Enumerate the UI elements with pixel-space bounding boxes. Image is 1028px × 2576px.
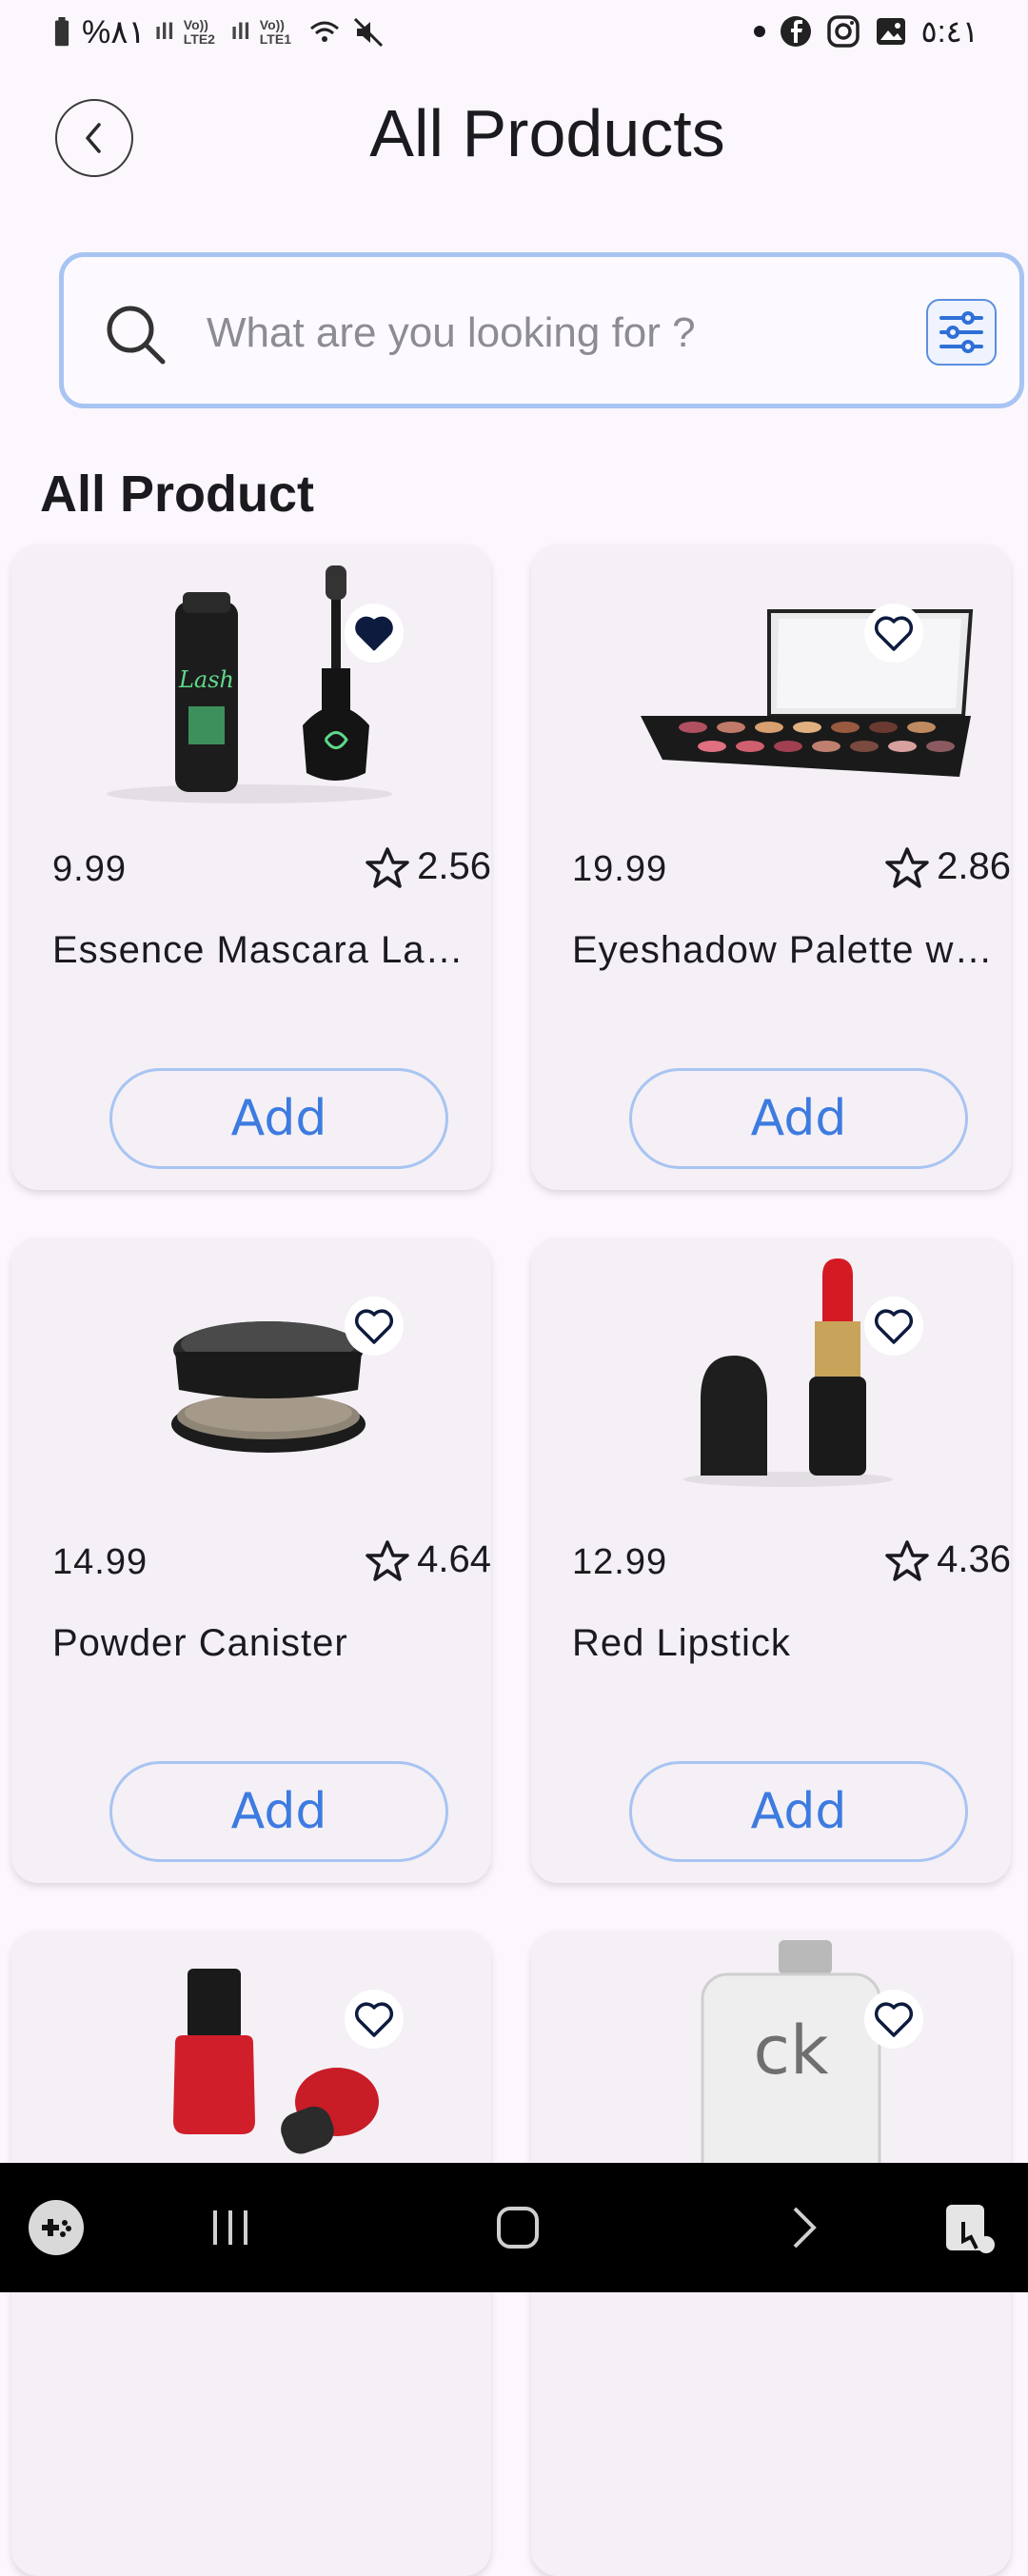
product-rating: 2.56 — [366, 845, 491, 888]
product-price: 12.99 — [572, 1542, 668, 1582]
star-icon — [366, 846, 409, 888]
rating-value: 4.36 — [937, 1538, 1011, 1580]
search-input[interactable] — [205, 299, 913, 367]
heart-icon — [354, 1309, 394, 1344]
battery-percent: %٨١ — [82, 14, 146, 50]
favorite-button[interactable] — [345, 1297, 404, 1356]
wifi-icon — [309, 21, 339, 42]
mute-icon — [353, 17, 383, 48]
system-nav-bar — [0, 2163, 1028, 2292]
product-name: Powder Canister — [52, 1622, 348, 1664]
section-title: All Product — [40, 466, 315, 523]
product-card[interactable]: Lash 9.99 2.56 Essence Mascara Lash Prin… — [11, 545, 491, 1190]
signal-sim1: ıll — [154, 19, 174, 45]
product-price: 9.99 — [52, 849, 127, 889]
svg-text:ck: ck — [753, 2011, 828, 2090]
status-left: %٨١ ıll Vo)) LTE2 ıll Vo)) LTE1 — [51, 13, 386, 51]
accessibility-button[interactable] — [939, 2191, 1001, 2264]
battery-icon — [54, 17, 69, 47]
home-button[interactable] — [484, 2191, 552, 2264]
gamepad-icon — [29, 2200, 84, 2255]
product-price: 14.99 — [52, 1542, 148, 1582]
filter-button[interactable] — [926, 299, 997, 366]
back-nav-button[interactable] — [775, 2191, 832, 2264]
add-button[interactable]: Add — [629, 1761, 968, 1862]
clock: ٥:٤١ — [920, 14, 979, 49]
page-title: All Products — [369, 96, 725, 170]
product-name: Eyeshadow Palette with Mirror — [572, 929, 1000, 971]
facebook-icon — [780, 16, 811, 47]
product-image — [531, 545, 1011, 821]
instagram-icon — [826, 15, 860, 48]
heart-icon — [874, 2002, 914, 2037]
notification-dot-icon — [753, 26, 765, 37]
product-image — [531, 1238, 1011, 1514]
search-bar[interactable] — [59, 252, 1024, 408]
rating-value: 4.64 — [417, 1538, 491, 1580]
status-right: ٥:٤١ — [753, 13, 979, 50]
product-name: Red Lipstick — [572, 1622, 791, 1664]
product-image — [11, 1238, 491, 1514]
rating-value: 2.86 — [937, 845, 1011, 887]
sliders-icon — [939, 311, 983, 353]
product-price: 19.99 — [572, 849, 668, 889]
favorite-button[interactable] — [864, 604, 923, 663]
rating-value: 2.56 — [417, 845, 491, 887]
home-icon — [497, 2207, 539, 2249]
add-button[interactable]: Add — [109, 1761, 448, 1862]
product-card[interactable]: 19.99 2.86 Eyeshadow Palette with Mirror… — [531, 545, 1011, 1190]
recent-apps-button[interactable] — [202, 2191, 259, 2264]
sim2-label: Vo)) LTE1 — [259, 16, 291, 47]
gallery-icon — [876, 18, 905, 45]
add-button[interactable]: Add — [109, 1068, 448, 1169]
heart-icon — [874, 1309, 914, 1344]
star-icon — [885, 1539, 929, 1581]
favorite-button[interactable] — [345, 1990, 404, 2049]
product-card[interactable]: 12.99 4.36 Red Lipstick Add — [531, 1238, 1011, 1883]
product-card[interactable]: 14.99 4.64 Powder Canister Add — [11, 1238, 491, 1883]
product-image: Lash — [11, 545, 491, 821]
chevron-right-icon — [793, 2207, 817, 2249]
heart-icon — [874, 616, 914, 651]
favorite-button[interactable] — [864, 1990, 923, 2049]
signal-sim2: ıll — [230, 19, 250, 45]
product-name: Essence Mascara Lash Princess — [52, 929, 481, 971]
favorite-button[interactable] — [864, 1297, 923, 1356]
heart-icon — [355, 616, 393, 651]
favorite-button[interactable] — [345, 604, 404, 663]
touch-lock-icon — [946, 2205, 995, 2253]
game-launcher-button[interactable] — [25, 2191, 88, 2264]
recent-apps-icon — [213, 2210, 247, 2245]
star-icon — [366, 1539, 409, 1581]
product-rating: 4.36 — [885, 1538, 1011, 1581]
search-icon — [107, 306, 166, 365]
status-bar: %٨١ ıll Vo)) LTE2 ıll Vo)) LTE1 ٥:٤١ — [0, 0, 1028, 69]
add-button[interactable]: Add — [629, 1068, 968, 1169]
svg-text:Lash: Lash — [178, 666, 234, 693]
product-rating: 4.64 — [366, 1538, 491, 1581]
sim1-label: Vo)) LTE2 — [183, 16, 215, 47]
product-rating: 2.86 — [885, 845, 1011, 888]
star-icon — [885, 846, 929, 888]
heart-icon — [354, 2002, 394, 2037]
